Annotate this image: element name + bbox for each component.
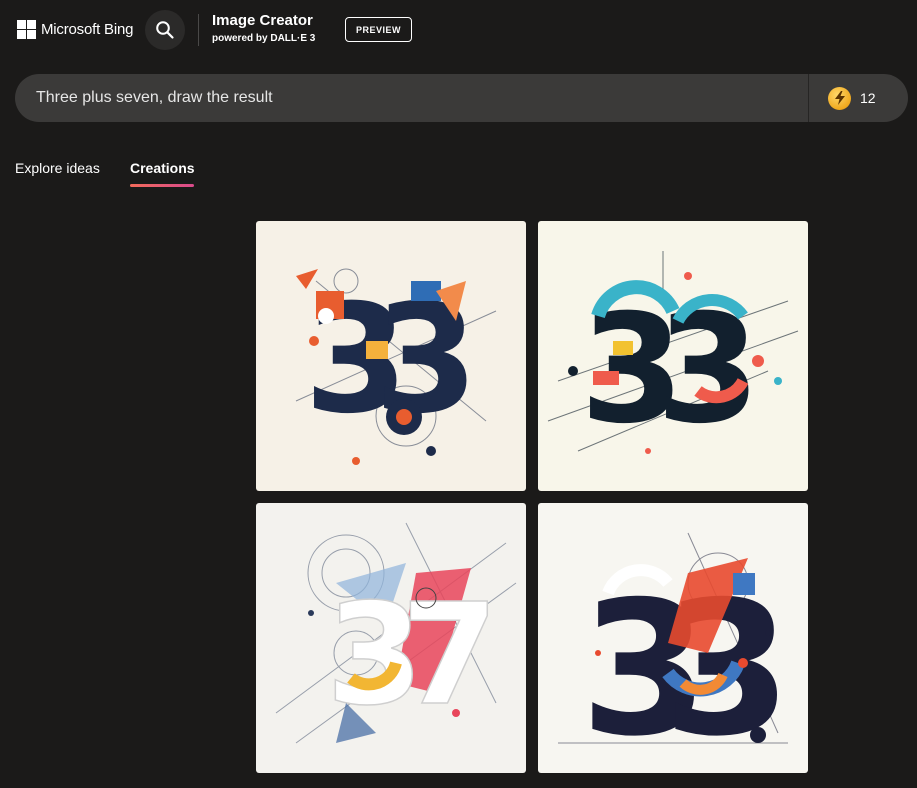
generated-artwork: 3 3 [295, 268, 497, 465]
header: Microsoft Bing Image Creator powered by … [0, 0, 917, 62]
header-divider [198, 14, 199, 46]
preview-badge: PREVIEW [345, 17, 412, 42]
boost-count: 12 [860, 90, 876, 106]
generated-artwork: 3 3 [547, 251, 799, 457]
microsoft-logo-icon [17, 20, 36, 39]
search-icon [156, 21, 174, 39]
generated-image-1[interactable]: 3 3 [256, 221, 526, 491]
tab-explore-ideas[interactable]: Explore ideas [15, 160, 100, 176]
lightning-icon [828, 86, 851, 110]
prompt-bar: 12 [15, 74, 908, 122]
active-tab-indicator [130, 184, 194, 187]
product-subtitle: powered by DALL·E 3 [212, 33, 316, 44]
microsoft-bing-logo[interactable]: Microsoft Bing [17, 20, 133, 39]
image-grid: 3 3 3 3 3 7 3 3 [256, 221, 808, 773]
search-button[interactable] [145, 10, 185, 50]
generated-artwork: 3 3 [558, 532, 792, 773]
boost-counter[interactable]: 12 [828, 86, 876, 110]
brand-name: Microsoft Bing [41, 21, 134, 38]
prompt-input[interactable] [15, 74, 808, 122]
product-title: Image Creator [212, 12, 313, 29]
tab-creations[interactable]: Creations [130, 160, 195, 176]
generated-image-4[interactable]: 3 3 [538, 503, 808, 773]
prompt-separator [808, 74, 809, 122]
generated-artwork: 3 7 [275, 522, 517, 744]
product-title-block: Image Creator powered by DALL·E 3 [212, 12, 315, 46]
generated-image-3[interactable]: 3 7 [256, 503, 526, 773]
generated-image-2[interactable]: 3 3 [538, 221, 808, 491]
